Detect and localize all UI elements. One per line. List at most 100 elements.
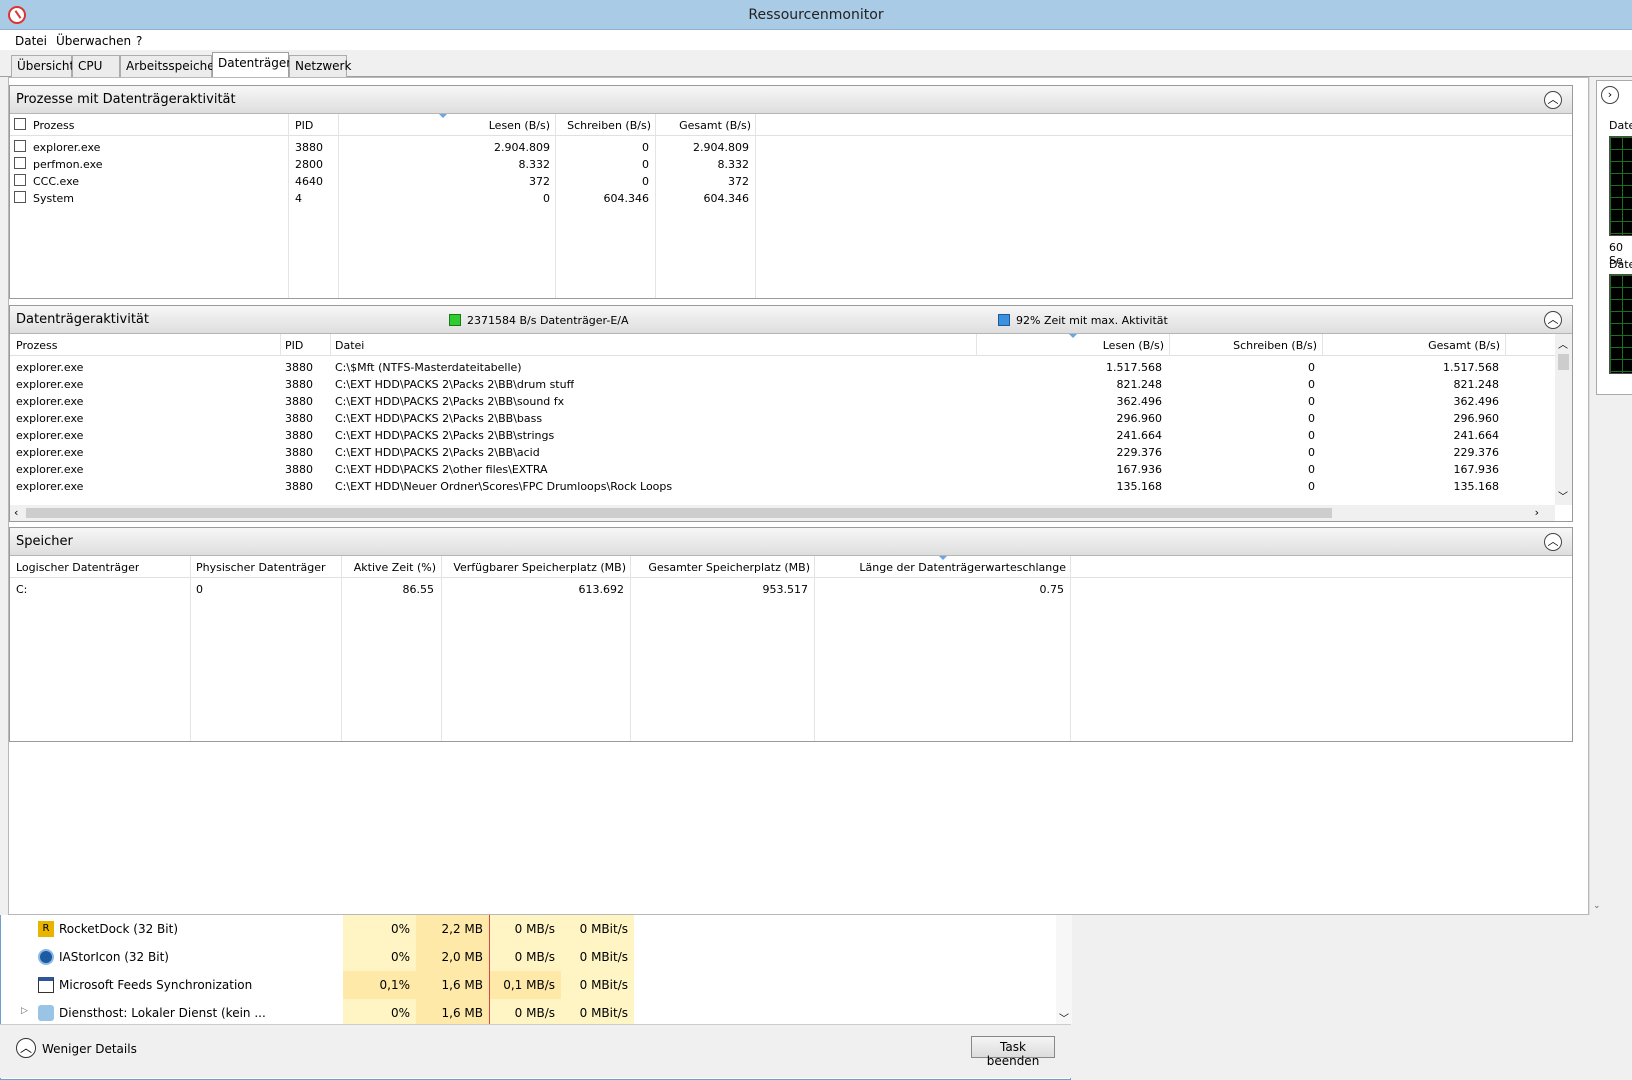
col-gesamt[interactable]: Gesamt (B/s): [1322, 339, 1500, 352]
disk-activity-panel-header[interactable]: Datenträgeraktivität 2371584 B/s Datentr…: [10, 306, 1572, 334]
table-row[interactable]: perfmon.exe 2800 8.332 0 8.332: [10, 156, 770, 173]
scroll-down-icon[interactable]: ⌄: [1593, 901, 1601, 911]
col-pid[interactable]: PID: [285, 339, 303, 352]
tab-netzwerk[interactable]: Netzwerk: [289, 55, 351, 77]
col-logical-disk[interactable]: Logischer Datenträger: [16, 561, 139, 574]
menu-bar: Datei Überwachen ?: [0, 30, 1632, 50]
tab-datentraeger[interactable]: Datenträger: [212, 52, 291, 78]
graph-side-panel: › Date 60 Se Date: [1596, 80, 1632, 395]
task-row[interactable]: IAStorIcon (32 Bit) 0% 2,0 MB 0 MB/s 0 M…: [1, 943, 1056, 971]
cell-process: CCC.exe: [33, 175, 80, 188]
disk-activity-list[interactable]: explorer.exe 3880 C:\$Mft (NTFS-Masterdate…: [10, 357, 1555, 505]
col-gesamt[interactable]: Gesamt (B/s): [655, 119, 751, 132]
row-checkbox[interactable]: [14, 174, 26, 186]
chevron-up-icon[interactable]: ︿: [16, 1038, 36, 1058]
cell-write: 0: [642, 175, 649, 188]
col-prozess[interactable]: Prozess: [33, 119, 74, 132]
title-bar: Ressourcenmonitor: [0, 0, 1632, 30]
row-checkbox[interactable]: [14, 191, 26, 203]
table-row[interactable]: CCC.exe 4640 372 0 372: [10, 173, 770, 190]
task-row[interactable]: ▷ Diensthost: Lokaler Dienst (kein ... 0…: [1, 999, 1056, 1027]
cell-total: 604.346: [703, 192, 750, 205]
disk-activity-panel: Datenträgeraktivität 2371584 B/s Datentr…: [9, 305, 1573, 522]
task-row[interactable]: Microsoft Feeds Synchronization 0,1% 1,6…: [1, 971, 1056, 999]
col-free-space[interactable]: Verfügbarer Speicherplatz (MB): [440, 561, 626, 574]
disk-activity-hscrollbar[interactable]: ‹ ›: [10, 505, 1555, 521]
row-checkbox[interactable]: [14, 140, 26, 152]
task-manager-footer: [0, 1024, 1071, 1078]
cell-total: 372: [728, 175, 749, 188]
table-row[interactable]: explorer.exe 3880 C:\EXT HDD\PACKS 2\Packs…: [10, 427, 1555, 444]
col-datei[interactable]: Datei: [335, 339, 364, 352]
table-row[interactable]: explorer.exe 3880 C:\EXT HDD\Neuer Ordner\…: [10, 478, 1555, 495]
tab-cpu[interactable]: CPU: [72, 55, 120, 77]
task-list-scrollbar[interactable]: ﹀: [1056, 915, 1072, 1025]
scroll-down-icon[interactable]: ﹀: [1558, 488, 1568, 503]
table-row[interactable]: explorer.exe 3880 C:\$Mft (NTFS-Masterdate…: [10, 359, 1555, 376]
cell-pid: 3880: [295, 141, 323, 154]
storage-column-header: Logischer Datenträger Physischer Datentr…: [10, 556, 1572, 578]
end-task-button[interactable]: Task beenden: [971, 1036, 1055, 1068]
row-checkbox[interactable]: [14, 157, 26, 169]
scroll-up-icon[interactable]: ︿: [1558, 336, 1568, 351]
processes-column-header: Prozess PID Lesen (B/s) Schreiben (B/s) …: [10, 114, 1572, 136]
table-row[interactable]: explorer.exe 3880 C:\EXT HDD\PACKS 2\other…: [10, 461, 1555, 478]
scroll-thumb[interactable]: [1558, 354, 1569, 370]
col-queue-length[interactable]: Länge der Datenträgerwarteschlange: [815, 561, 1066, 574]
col-schreiben[interactable]: Schreiben (B/s): [555, 119, 651, 132]
cell-read: 2.904.809: [494, 141, 550, 154]
table-row[interactable]: C: 0 86.55 613.692 953.517 0.75: [10, 581, 1070, 598]
cell-write: 0: [642, 141, 649, 154]
processes-select-all-checkbox[interactable]: [14, 118, 31, 131]
col-physical-disk[interactable]: Physischer Datenträger: [196, 561, 326, 574]
collapse-processes-icon[interactable]: ︿: [1544, 91, 1562, 109]
table-row[interactable]: System 4 0 604.346 604.346: [10, 190, 770, 207]
storage-panel: Speicher ︿ Logischer Datenträger Physisc…: [9, 527, 1573, 742]
scroll-down-icon[interactable]: ﹀: [1059, 1010, 1069, 1025]
table-row[interactable]: explorer.exe 3880 C:\EXT HDD\PACKS 2\Packs…: [10, 410, 1555, 427]
storage-panel-header[interactable]: Speicher ︿: [10, 528, 1572, 556]
collapse-disk-activity-icon[interactable]: ︿: [1544, 311, 1562, 329]
task-row[interactable]: R RocketDock (32 Bit) 0% 2,2 MB 0 MB/s 0…: [1, 915, 1056, 943]
io-legend-swatch: [449, 314, 461, 326]
disk-activity-column-header: Prozess PID Datei Lesen (B/s) Schreiben …: [10, 334, 1555, 356]
col-pid[interactable]: PID: [295, 119, 313, 132]
col-prozess[interactable]: Prozess: [16, 339, 57, 352]
hscroll-thumb[interactable]: [26, 508, 1332, 518]
menu-help[interactable]: ?: [136, 34, 142, 48]
table-row[interactable]: explorer.exe 3880 C:\EXT HDD\PACKS 2\Packs…: [10, 444, 1555, 461]
expand-graphs-icon[interactable]: ›: [1601, 86, 1619, 104]
time-legend-text: 92% Zeit mit max. Aktivität: [1016, 314, 1168, 327]
expand-arrow-icon[interactable]: ▷: [21, 1006, 28, 1016]
disk-queue-graph: [1609, 274, 1632, 374]
scroll-left-icon[interactable]: ‹: [14, 506, 18, 519]
graph-label: Date: [1609, 119, 1632, 132]
scroll-right-icon[interactable]: ›: [1535, 506, 1539, 519]
tab-arbeitsspeicher[interactable]: Arbeitsspeicher: [120, 55, 220, 77]
menu-ueberwachen[interactable]: Überwachen: [56, 34, 131, 48]
col-total-space[interactable]: Gesamter Speicherplatz (MB): [630, 561, 810, 574]
col-active-time[interactable]: Aktive Zeit (%): [346, 561, 436, 574]
time-legend-swatch: [998, 314, 1010, 326]
graph-label: Date: [1609, 258, 1632, 271]
cell-pid: 4: [295, 192, 302, 205]
less-details-link[interactable]: Weniger Details: [42, 1042, 137, 1056]
cell-pid: 2800: [295, 158, 323, 171]
table-row[interactable]: explorer.exe 3880 2.904.809 0 2.904.809: [10, 139, 770, 156]
menu-datei[interactable]: Datei: [15, 34, 47, 48]
storage-panel-title: Speicher: [16, 534, 73, 549]
col-lesen[interactable]: Lesen (B/s): [350, 119, 550, 132]
processes-panel-header[interactable]: Prozesse mit Datenträgeraktivität ︿: [10, 86, 1572, 114]
cell-process: perfmon.exe: [33, 158, 103, 171]
io-legend-text: 2371584 B/s Datenträger-E/A: [467, 314, 629, 327]
table-row[interactable]: explorer.exe 3880 C:\EXT HDD\PACKS 2\Packs…: [10, 376, 1555, 393]
disk-activity-vscrollbar[interactable]: ︿ ﹀: [1555, 334, 1572, 505]
collapse-storage-icon[interactable]: ︿: [1544, 533, 1562, 551]
cell-pid: 4640: [295, 175, 323, 188]
col-lesen[interactable]: Lesen (B/s): [976, 339, 1164, 352]
sort-indicator-icon: [1069, 334, 1077, 338]
cell-write: 0: [642, 158, 649, 171]
tab-uebersicht[interactable]: Übersicht: [11, 55, 74, 77]
col-schreiben[interactable]: Schreiben (B/s): [1169, 339, 1317, 352]
table-row[interactable]: explorer.exe 3880 C:\EXT HDD\PACKS 2\Packs…: [10, 393, 1555, 410]
